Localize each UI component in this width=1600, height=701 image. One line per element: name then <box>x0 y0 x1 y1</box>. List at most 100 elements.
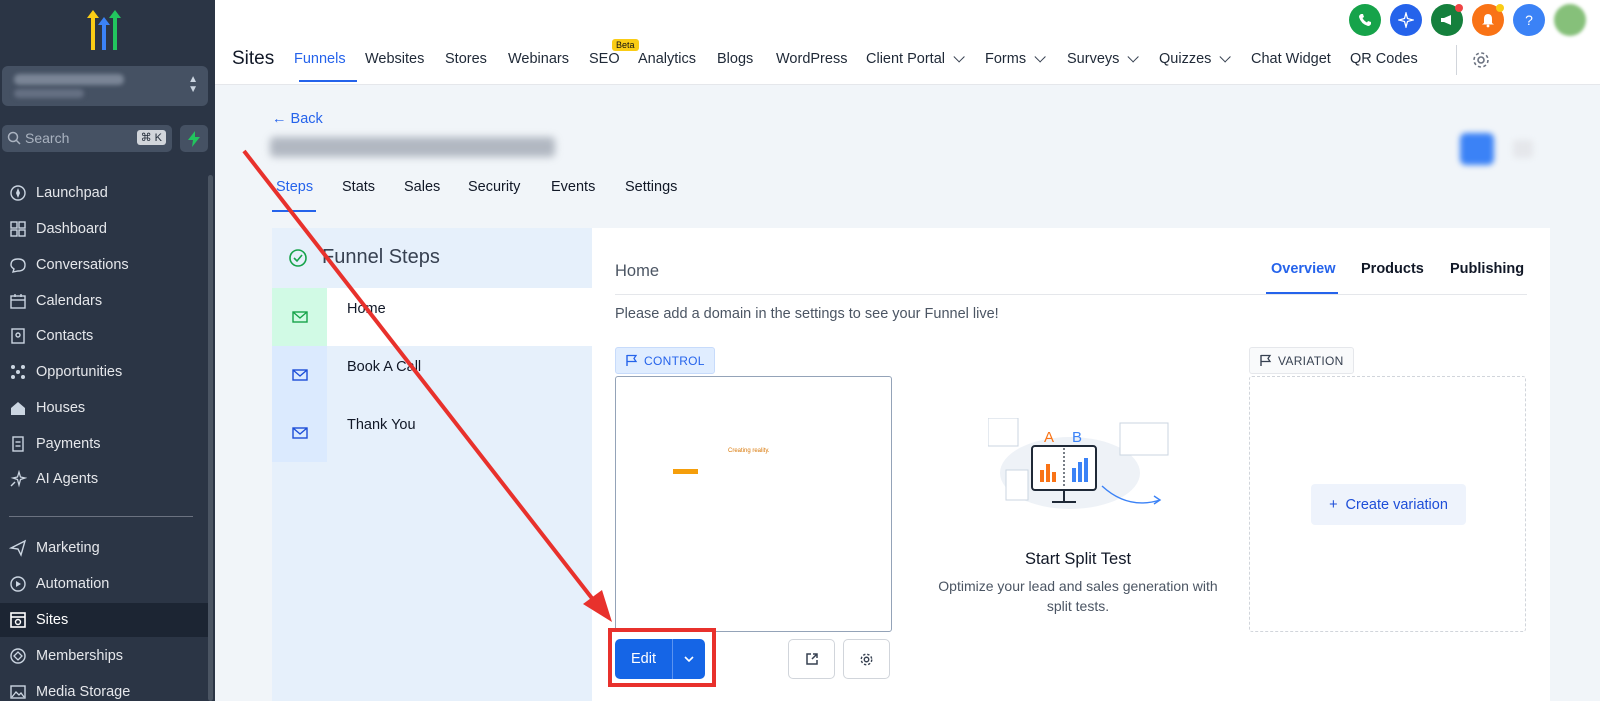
notifications-button[interactable] <box>1472 4 1504 36</box>
control-page-preview[interactable]: Creating reality. <box>615 376 892 632</box>
tab-client-portal[interactable]: Client Portal <box>866 51 965 67</box>
sidebar-item-label: Houses <box>36 400 86 416</box>
tab-chat-widget[interactable]: Chat Widget <box>1251 51 1331 67</box>
subtab-events[interactable]: Events <box>551 179 595 195</box>
sidebar-item-opportunities[interactable]: Opportunities <box>0 355 208 389</box>
split-test-description: Optimize your lead and sales generation … <box>938 578 1218 614</box>
step-settings-button[interactable] <box>843 639 890 679</box>
quick-action-button[interactable] <box>180 125 208 152</box>
sidebar-item-calendars[interactable]: Calendars <box>0 284 208 318</box>
chevron-down-icon <box>953 51 965 63</box>
tab-label: Stores <box>445 51 487 67</box>
sidebar-item-label: Dashboard <box>36 221 107 237</box>
sidebar-item-launchpad[interactable]: Launchpad <box>0 176 208 210</box>
sidebar-item-payments[interactable]: Payments <box>0 427 208 461</box>
preview-button <box>673 469 698 474</box>
chevron-down-icon <box>1219 51 1232 63</box>
tab-websites[interactable]: Websites <box>365 51 424 67</box>
settings-gear-icon[interactable] <box>1471 50 1491 70</box>
sidebar-item-label: Conversations <box>36 257 129 273</box>
notification-dot <box>1496 4 1504 12</box>
tab-products[interactable]: Products <box>1361 261 1424 277</box>
tab-label: QR Codes <box>1350 51 1418 67</box>
sidebar-item-memberships[interactable]: Memberships <box>0 639 208 673</box>
sidebar-search[interactable]: Search ⌘ K <box>2 125 172 152</box>
variation-label: VARIATION <box>1278 353 1344 368</box>
open-preview-button[interactable] <box>788 639 835 679</box>
sidebar-item-label: Media Storage <box>36 684 131 700</box>
tab-label: WordPress <box>776 51 848 67</box>
sidebar-item-houses[interactable]: Houses <box>0 391 208 425</box>
subtab-sales[interactable]: Sales <box>404 179 440 195</box>
search-shortcut: ⌘ K <box>136 130 166 145</box>
flag-icon <box>1260 354 1272 366</box>
sidebar-item-label: Calendars <box>36 293 103 309</box>
subtab-security[interactable]: Security <box>468 179 520 195</box>
funnel-step-home[interactable]: Home <box>272 288 592 346</box>
sidebar-item-sites[interactable]: Sites <box>0 603 208 637</box>
sidebar-item-automation[interactable]: Automation <box>0 567 208 601</box>
sidebar-item-label: Payments <box>36 436 101 452</box>
tab-wordpress[interactable]: WordPress <box>776 51 847 67</box>
tab-label: Chat Widget <box>1251 51 1331 67</box>
sidebar-item-label: Memberships <box>36 648 124 664</box>
phone-button[interactable] <box>1349 4 1381 36</box>
sidebar-item-dashboard[interactable]: Dashboard <box>0 212 208 246</box>
subtab-steps[interactable]: Steps <box>276 179 313 195</box>
sidebar-item-media-storage[interactable]: Media Storage <box>0 675 208 701</box>
tab-analytics[interactable]: Analytics <box>638 51 696 67</box>
subtab-stats[interactable]: Stats <box>342 179 375 195</box>
illus-label-b: B <box>1072 429 1082 446</box>
create-variation-button[interactable]: + Create variation <box>1311 484 1466 525</box>
top-bar: Sites Funnels Websites Stores Webinars SEO An… <box>215 0 1600 85</box>
funnel-title-blurred <box>270 137 555 157</box>
tab-blogs[interactable]: Blogs <box>717 51 753 67</box>
question-icon: ? <box>1525 12 1533 28</box>
sidebar-item-label: Automation <box>36 576 110 592</box>
send-icon <box>9 539 27 557</box>
tab-seo[interactable]: SEO <box>589 51 620 67</box>
tab-publishing[interactable]: Publishing <box>1450 261 1524 277</box>
grid-icon <box>10 221 26 237</box>
preview-headline: Creating reality. <box>728 448 770 454</box>
domain-warning: Please add a domain in the settings to s… <box>615 306 999 322</box>
help-button[interactable]: ? <box>1513 4 1545 36</box>
house-icon <box>11 402 25 415</box>
funnel-step-thank-you[interactable]: Thank You <box>272 404 592 462</box>
tab-label: Funnels <box>294 51 346 67</box>
tab-funnels[interactable]: Funnels <box>294 51 346 67</box>
step-label: Book A Call <box>347 359 422 375</box>
ai-sparkle-button[interactable] <box>1390 4 1422 36</box>
active-detail-tab-underline <box>1266 292 1338 294</box>
tab-overview[interactable]: Overview <box>1271 261 1336 277</box>
tab-qr-codes[interactable]: QR Codes <box>1350 51 1418 67</box>
sidebar-scrollbar[interactable] <box>208 175 213 701</box>
header-action-button-blurred[interactable] <box>1460 133 1494 165</box>
sidebar-item-ai-agents[interactable]: AI Agents <box>0 462 208 496</box>
tab-label: Blogs <box>717 51 754 67</box>
funnel-steps-panel: Funnel Steps Home Book A Call Thank You <box>272 228 592 701</box>
variation-placeholder: + Create variation <box>1249 376 1526 632</box>
phone-icon <box>1359 14 1371 26</box>
bell-icon <box>1482 14 1494 28</box>
tab-forms[interactable]: Forms <box>985 51 1046 67</box>
sidebar-item-conversations[interactable]: Conversations <box>0 248 208 282</box>
sidebar-item-marketing[interactable]: Marketing <box>0 531 208 565</box>
tab-stores[interactable]: Stores <box>445 51 487 67</box>
tab-quizzes[interactable]: Quizzes <box>1159 51 1232 67</box>
control-label: CONTROL <box>644 353 705 368</box>
tab-webinars[interactable]: Webinars <box>508 51 569 67</box>
envelope-icon <box>291 369 308 381</box>
create-variation-label: Create variation <box>1345 496 1448 513</box>
tab-surveys[interactable]: Surveys <box>1067 51 1140 67</box>
header-menu-blurred[interactable] <box>1513 140 1533 158</box>
subtab-settings[interactable]: Settings <box>625 179 677 195</box>
chat-icon <box>10 258 26 273</box>
sidebar-item-contacts[interactable]: Contacts <box>0 319 208 353</box>
user-avatar[interactable] <box>1554 4 1586 36</box>
back-link[interactable]: ← Back <box>272 111 323 127</box>
detail-divider <box>615 294 1527 295</box>
account-switcher[interactable]: ▲ ▼ <box>2 66 208 106</box>
announcements-button[interactable] <box>1431 4 1463 36</box>
funnel-step-book-a-call[interactable]: Book A Call <box>272 346 592 404</box>
